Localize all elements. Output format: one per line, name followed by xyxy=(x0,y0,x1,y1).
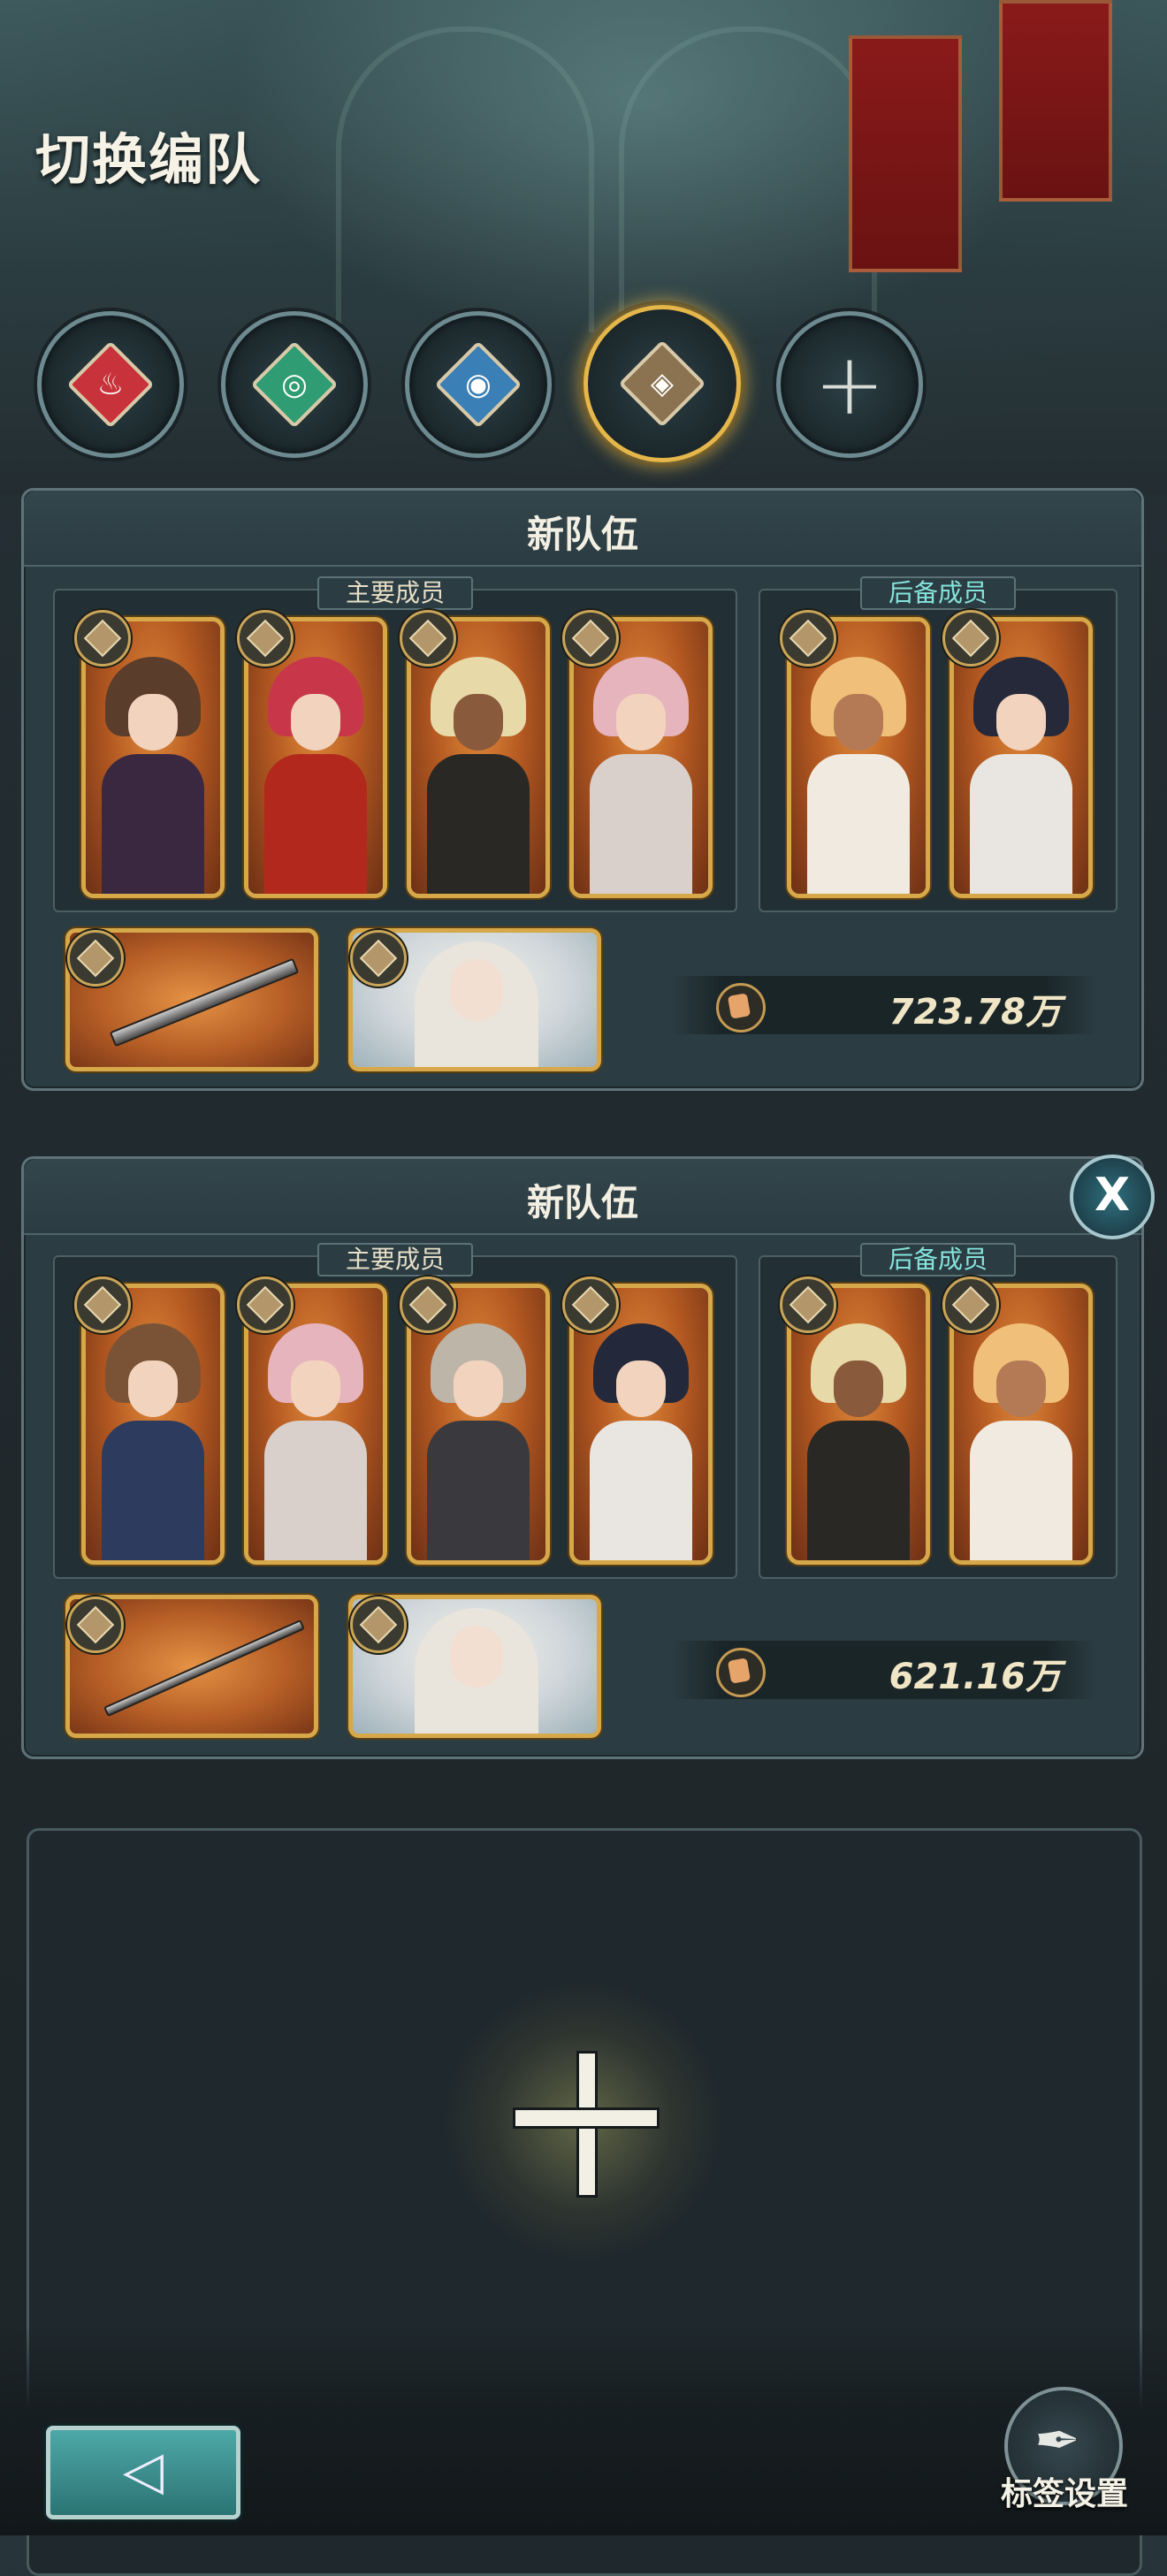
sword-icon xyxy=(109,957,300,1048)
close-team-button[interactable]: X xyxy=(1070,1155,1155,1239)
arch-decoration xyxy=(336,27,594,332)
earth-element-icon xyxy=(74,610,131,667)
power-icon xyxy=(716,1648,766,1697)
reserve-members-label: 后备成员 xyxy=(859,1243,1017,1277)
team-power: 621.16万 xyxy=(672,1641,1096,1699)
power-value: 723.78万 xyxy=(889,992,1061,1033)
team-power: 723.78万 xyxy=(672,976,1096,1034)
earth-element-icon xyxy=(74,1277,131,1333)
power-value: 621.16万 xyxy=(889,1657,1061,1697)
tab-water[interactable]: ◉ xyxy=(405,311,552,458)
earth-element-icon xyxy=(67,1597,124,1653)
earth-element-icon xyxy=(780,610,836,667)
banner-decoration xyxy=(999,0,1112,202)
tab-wind[interactable]: ◎ xyxy=(221,311,368,458)
water-element-icon: ◉ xyxy=(434,340,522,429)
fire-element-icon: ♨ xyxy=(66,340,155,429)
earth-element-icon xyxy=(942,610,999,667)
main-members-label: 主要成员 xyxy=(317,576,474,610)
power-icon xyxy=(716,983,766,1033)
earth-element-icon xyxy=(400,610,456,667)
earth-element-icon xyxy=(562,610,619,667)
tab-earth[interactable]: ◈ xyxy=(584,305,741,462)
earth-element-icon xyxy=(350,1597,407,1653)
earth-element-icon xyxy=(67,930,124,987)
wind-element-icon: ◎ xyxy=(250,340,339,429)
earth-element-icon: ◈ xyxy=(618,339,706,428)
team-title-bar: 新队伍 xyxy=(24,491,1141,567)
tab-add[interactable]: + xyxy=(776,311,923,458)
main-members-label: 主要成员 xyxy=(317,1243,474,1277)
back-button[interactable]: ◁ xyxy=(46,2426,240,2519)
spear-icon xyxy=(103,1619,305,1718)
earth-element-icon xyxy=(237,1277,294,1333)
earth-element-icon xyxy=(942,1277,999,1333)
earth-element-icon xyxy=(562,1277,619,1333)
team-title: 新队伍 xyxy=(526,1181,638,1224)
earth-element-icon xyxy=(350,930,407,987)
banner-decoration xyxy=(849,35,962,272)
arch-decoration xyxy=(619,27,877,332)
reserve-members-label: 后备成员 xyxy=(859,576,1017,610)
earth-element-icon xyxy=(780,1277,836,1333)
tab-fire[interactable]: ♨ xyxy=(37,311,184,458)
earth-element-icon xyxy=(237,610,294,667)
tag-settings-label[interactable]: 标签设置 xyxy=(994,2468,1135,2514)
team-title: 新队伍 xyxy=(526,513,638,556)
team-title-bar: 新队伍 xyxy=(24,1159,1141,1235)
earth-element-icon xyxy=(400,1277,456,1333)
feather-icon: ✒ xyxy=(1034,2408,1080,2473)
plus-icon[interactable] xyxy=(513,2051,660,2198)
header-background xyxy=(0,0,1167,495)
plus-icon: + xyxy=(813,335,886,434)
page-title: 切换编队 xyxy=(35,127,263,192)
